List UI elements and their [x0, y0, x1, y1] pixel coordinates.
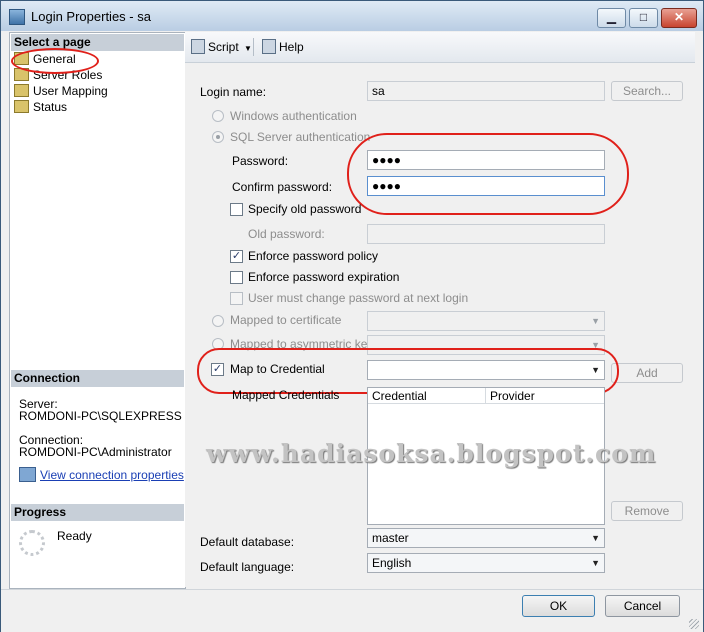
annotation-ellipse-password [347, 133, 629, 215]
login-name-label: Login name: [200, 85, 267, 99]
chevron-down-icon: ▼ [591, 316, 600, 326]
right-panel: Script ▼ Help Login name: sa Search... W… [185, 32, 695, 587]
title-bar[interactable]: Login Properties - sa ▁ □ ✕ [1, 1, 703, 31]
chevron-down-icon: ▼ [591, 533, 600, 543]
specify-old-password-checkbox[interactable] [230, 203, 243, 216]
dialog-footer: OK Cancel [1, 589, 703, 632]
page-item-status[interactable]: Status [14, 99, 67, 115]
annotation-ellipse-general [11, 48, 99, 74]
help-label: Help [279, 40, 304, 54]
connection-header: Connection [11, 370, 184, 387]
window-title: Login Properties - sa [31, 9, 151, 24]
connection-properties-icon [19, 467, 36, 482]
help-icon [262, 39, 276, 54]
progress-spinner-icon [19, 530, 45, 556]
page-item-user-mapping[interactable]: User Mapping [14, 83, 108, 99]
page-item-label: User Mapping [33, 84, 108, 98]
default-database-value: master [372, 531, 409, 545]
server-value: ROMDONI-PC\SQLEXPRESS [19, 409, 182, 423]
map-cert-label: Mapped to certificate [230, 313, 342, 327]
help-button[interactable]: Help [262, 39, 304, 55]
default-language-combo[interactable]: English ▼ [367, 553, 605, 573]
windows-auth-label: Windows authentication [230, 109, 357, 123]
resize-grip-icon[interactable] [689, 619, 699, 629]
script-label: Script [208, 40, 239, 54]
page-item-label: Status [33, 100, 68, 114]
connection-value: ROMDONI-PC\Administrator [19, 445, 172, 459]
page-icon [14, 84, 29, 97]
default-language-label: Default language: [200, 560, 295, 574]
search-button[interactable]: Search... [611, 81, 683, 101]
sql-auth-radio[interactable] [212, 131, 224, 143]
chevron-down-icon[interactable]: ▼ [244, 44, 252, 53]
toolbar: Script ▼ Help [185, 32, 695, 63]
must-change-checkbox[interactable] [230, 292, 243, 305]
maximize-button[interactable]: □ [629, 8, 658, 28]
old-password-field[interactable] [367, 224, 605, 244]
certificate-combo[interactable]: ▼ [367, 311, 605, 331]
map-cert-radio[interactable] [212, 315, 224, 327]
minimize-button[interactable]: ▁ [597, 8, 626, 28]
windows-auth-radio[interactable] [212, 110, 224, 122]
login-name-field[interactable]: sa [367, 81, 605, 101]
close-button[interactable]: ✕ [661, 8, 697, 28]
chevron-down-icon: ▼ [591, 558, 600, 568]
default-database-label: Default database: [200, 535, 295, 549]
add-button[interactable]: Add [611, 363, 683, 383]
cancel-button[interactable]: Cancel [605, 595, 680, 617]
mapped-credentials-label: Mapped Credentials [232, 388, 340, 402]
ok-button[interactable]: OK [522, 595, 595, 617]
enforce-policy-checkbox[interactable]: ✓ [230, 250, 243, 263]
default-language-value: English [372, 556, 412, 570]
blog-watermark: www.hadiasoksa.blogspot.com [206, 439, 657, 468]
page-icon [14, 100, 29, 113]
enforce-policy-label: Enforce password policy [248, 249, 379, 263]
app-icon [9, 9, 25, 25]
script-icon [191, 39, 205, 54]
remove-button[interactable]: Remove [611, 501, 683, 521]
login-properties-window: Login Properties - sa ▁ □ ✕ Select a pag… [0, 0, 704, 632]
script-button[interactable]: Script ▼ [191, 39, 252, 55]
toolbar-divider [253, 38, 254, 56]
password-label: Password: [232, 154, 289, 168]
enforce-expiration-label: Enforce password expiration [248, 270, 400, 284]
left-panel: Select a page General Server Roles User … [9, 32, 186, 589]
grid-header-provider[interactable]: Provider [486, 388, 604, 404]
progress-status: Ready [57, 529, 92, 543]
old-password-label: Old password: [248, 227, 325, 241]
confirm-password-label: Confirm password: [232, 180, 333, 194]
view-connection-properties-link[interactable]: View connection properties [40, 468, 184, 482]
progress-header: Progress [11, 504, 184, 521]
default-database-combo[interactable]: master ▼ [367, 528, 605, 548]
sql-auth-label: SQL Server authentication [230, 130, 371, 144]
grid-header-credential[interactable]: Credential [368, 388, 486, 404]
enforce-expiration-checkbox[interactable] [230, 271, 243, 284]
specify-old-password-label: Specify old password [248, 202, 362, 216]
must-change-label: User must change password at next login [248, 291, 469, 305]
